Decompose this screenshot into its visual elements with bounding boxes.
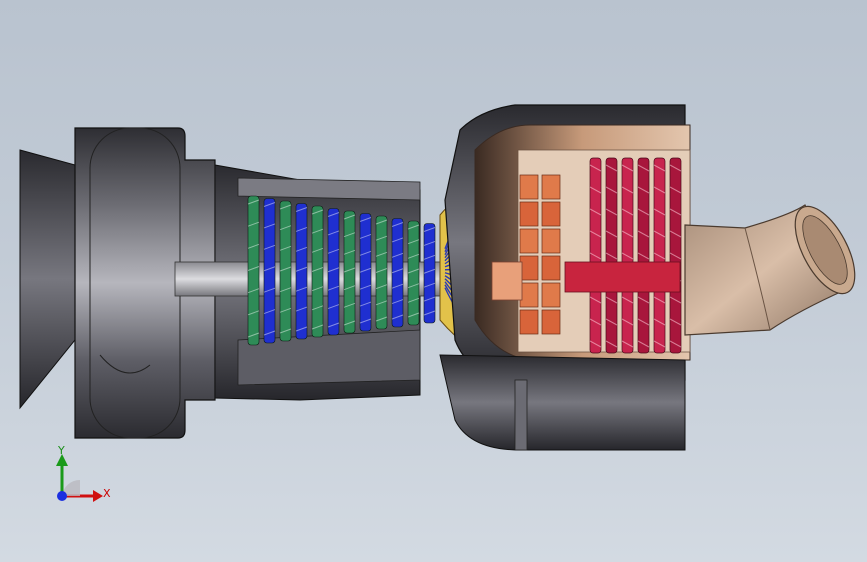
ngv-vane[interactable] <box>541 228 561 254</box>
compressor-stage[interactable] <box>295 203 308 340</box>
compressor-stage[interactable] <box>423 223 436 324</box>
ngv-vane[interactable] <box>541 201 561 227</box>
compressor-stage[interactable] <box>279 200 292 342</box>
y-axis-label: Y <box>58 444 65 457</box>
ngv-vane[interactable] <box>519 174 539 200</box>
compressor-stage[interactable] <box>375 215 388 330</box>
compressor-stage[interactable] <box>391 218 404 328</box>
ngv-vane[interactable] <box>519 255 539 281</box>
lower-casing[interactable] <box>439 354 686 451</box>
coordinate-triad <box>56 454 103 502</box>
compressor-stage[interactable] <box>247 195 260 346</box>
ngv-vane[interactable] <box>541 309 561 335</box>
compressor-stage[interactable] <box>359 213 372 332</box>
x-axis-label: X <box>103 487 111 500</box>
compressor-stage[interactable] <box>343 210 356 334</box>
ngv-vane[interactable] <box>541 174 561 200</box>
ngv-vane[interactable] <box>519 309 539 335</box>
compressor-stage[interactable] <box>407 220 420 326</box>
compressor-stage[interactable] <box>263 198 276 344</box>
graphics-viewport[interactable]: X Y <box>0 0 867 562</box>
ngv-vane[interactable] <box>519 201 539 227</box>
engine-model[interactable] <box>0 0 867 562</box>
ngv-vane[interactable] <box>519 228 539 254</box>
compressor-stage[interactable] <box>311 205 324 338</box>
ngv-vane[interactable] <box>541 282 561 308</box>
compressor-stage[interactable] <box>327 208 340 336</box>
combustor-casing[interactable] <box>444 104 691 381</box>
ngv-vane[interactable] <box>541 255 561 281</box>
ngv-vane[interactable] <box>519 282 539 308</box>
intake-lip[interactable] <box>19 149 76 410</box>
exhaust-nozzle[interactable] <box>684 197 867 336</box>
